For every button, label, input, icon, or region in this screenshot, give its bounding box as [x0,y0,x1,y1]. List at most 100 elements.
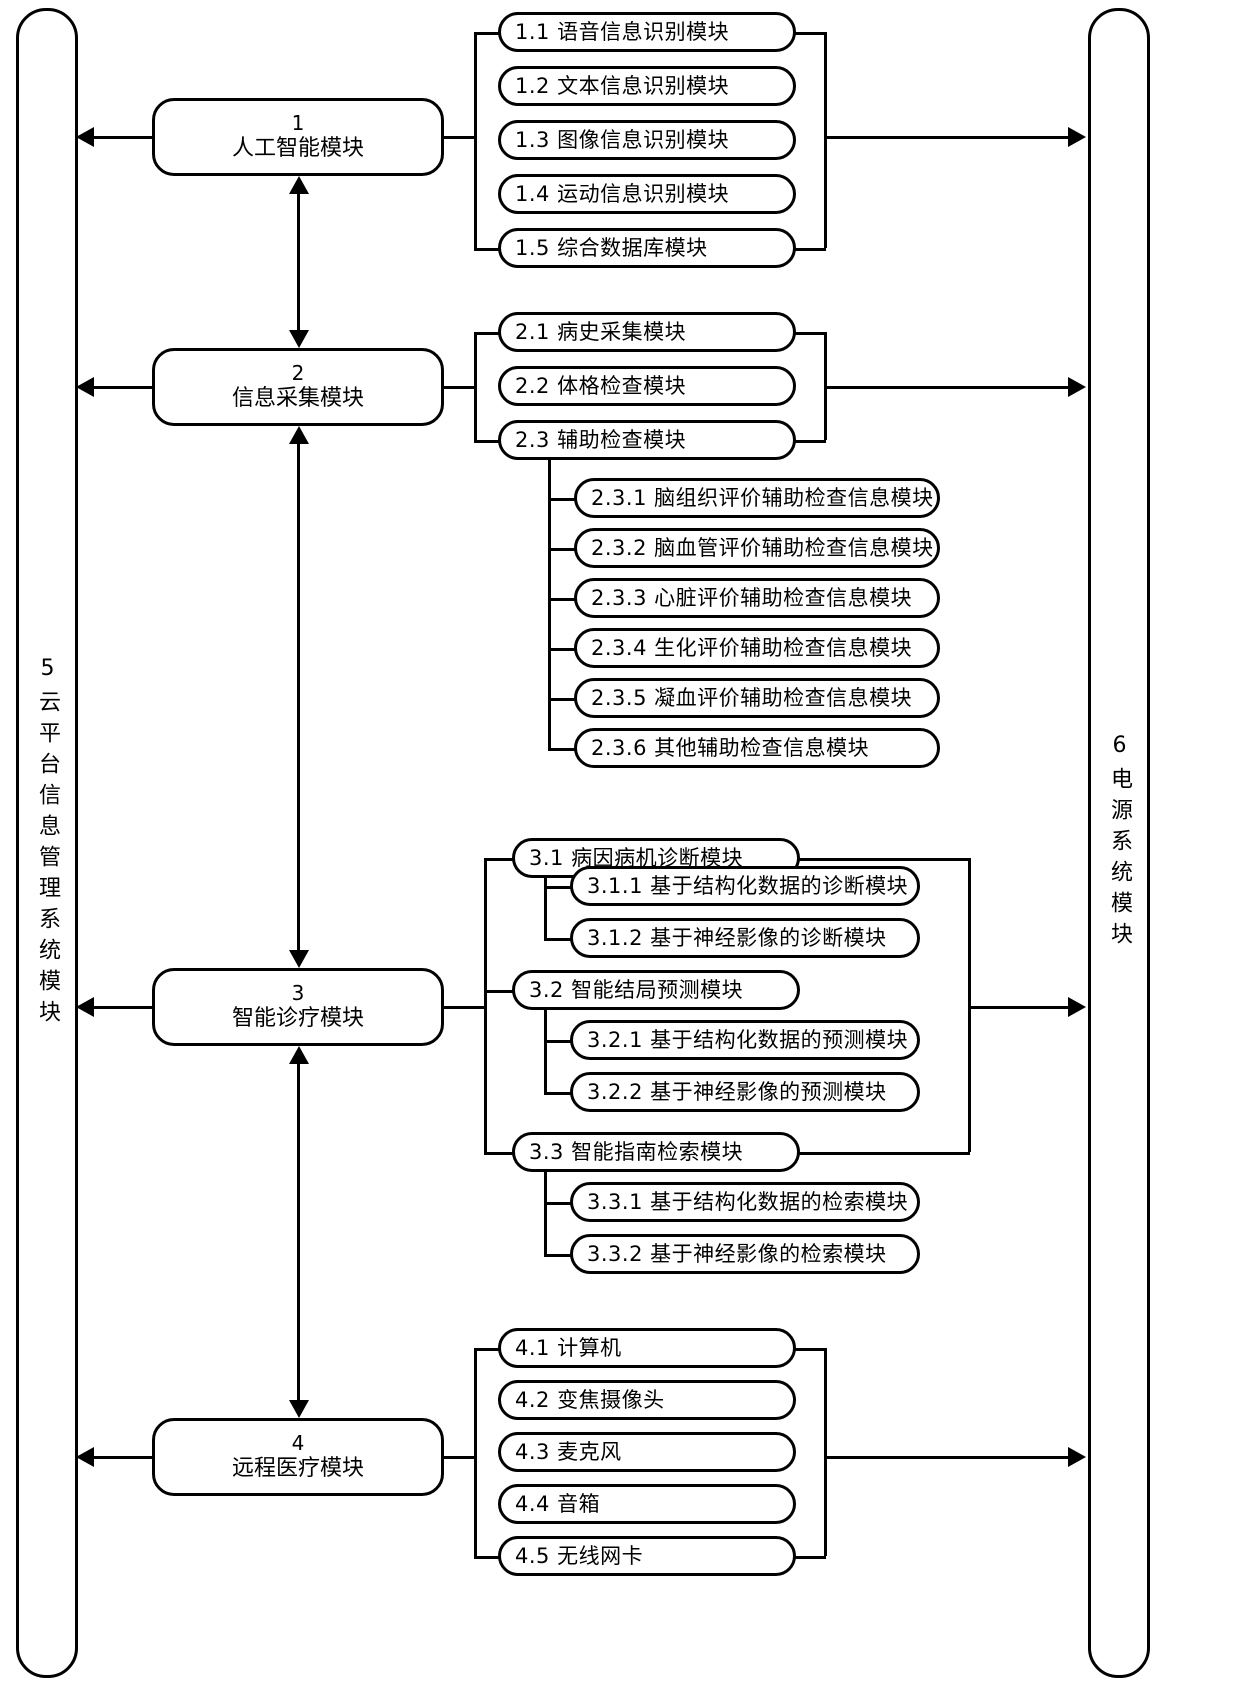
submodule-3-2-label: 3.2 智能结局预测模块 [529,977,744,1002]
connector-g23-5 [548,698,576,701]
connector-m2-to-left [92,386,154,389]
connector-g23-4 [548,648,576,651]
submodule-4-1[interactable]: 4.1 计算机 [498,1328,796,1368]
submodule-1-5-label: 1.5 综合数据库模块 [515,235,708,260]
main-module-1[interactable]: 1 人工智能模块 [152,98,444,176]
submodule-4-3[interactable]: 4.3 麦克风 [498,1432,796,1472]
submodule-2-3-6-label: 2.3.6 其他辅助检查信息模块 [591,735,870,760]
connector-g3-to-right-sidebar [968,1006,1072,1009]
submodule-4-2[interactable]: 4.2 变焦摄像头 [498,1380,796,1420]
submodule-4-4[interactable]: 4.4 音箱 [498,1484,796,1524]
submodule-3-3-2[interactable]: 3.3.2 基于神经影像的检索模块 [570,1234,920,1274]
connector-g33-spine [544,1170,547,1254]
submodule-2-3-2[interactable]: 2.3.2 脑血管评价辅助检查信息模块 [574,528,940,568]
arrowhead-m2-left [76,377,94,397]
arrowhead-g4-right [1068,1447,1086,1467]
submodule-2-2[interactable]: 2.2 体格检查模块 [498,366,796,406]
submodule-3-3-2-label: 3.3.2 基于神经影像的检索模块 [587,1241,887,1266]
connector-g32-spine [544,1008,547,1092]
submodule-3-2[interactable]: 3.2 智能结局预测模块 [512,970,800,1010]
main-module-2-number: 2 [291,361,305,386]
submodule-2-3-3-label: 2.3.3 心脏评价辅助检查信息模块 [591,585,913,610]
submodule-3-3-1-label: 3.3.1 基于结构化数据的检索模块 [587,1189,909,1214]
main-module-2-label: 信息采集模块 [231,386,364,412]
submodule-3-2-2[interactable]: 3.2.2 基于神经影像的预测模块 [570,1072,920,1112]
submodule-2-3-3[interactable]: 2.3.3 心脏评价辅助检查信息模块 [574,578,940,618]
connector-g23-1 [548,498,576,501]
submodule-1-3-label: 1.3 图像信息识别模块 [515,127,730,152]
main-module-4-number: 4 [291,1431,305,1456]
connector-g2-right-bot [794,440,826,443]
submodule-4-3-label: 4.3 麦克风 [515,1439,622,1464]
connector-m4-to-left [92,1456,154,1459]
connector-m4-stem [444,1456,476,1459]
connector-g3-right-spine [968,858,971,1152]
submodule-1-2[interactable]: 1.2 文本信息识别模块 [498,66,796,106]
submodule-4-5[interactable]: 4.5 无线网卡 [498,1536,796,1576]
main-module-4[interactable]: 4 远程医疗模块 [152,1418,444,1496]
arrowhead-m1-left [76,127,94,147]
arrowhead-m3-m4-down [289,1400,309,1418]
arrowhead-m3-left [76,997,94,1017]
submodule-2-1-label: 2.1 病史采集模块 [515,319,687,344]
connector-m3-stem [444,1006,486,1009]
connector-g23-2 [548,548,576,551]
connector-g3-right-bot [798,1152,970,1155]
arrowhead-g1-right [1068,127,1086,147]
arrowhead-m1-m2-down [289,330,309,348]
submodule-4-2-label: 4.2 变焦摄像头 [515,1387,665,1412]
submodule-3-2-1[interactable]: 3.2.1 基于结构化数据的预测模块 [570,1020,920,1060]
submodule-2-1[interactable]: 2.1 病史采集模块 [498,312,796,352]
sidebar-module-cloud-platform[interactable]: 5云平台信息管理系统模块 [16,8,78,1678]
main-module-2[interactable]: 2 信息采集模块 [152,348,444,426]
connector-m1-stem [444,136,476,139]
connector-g23-3 [548,598,576,601]
submodule-3-3-1[interactable]: 3.3.1 基于结构化数据的检索模块 [570,1182,920,1222]
submodule-2-3-1[interactable]: 2.3.1 脑组织评价辅助检查信息模块 [574,478,940,518]
main-module-4-label: 远程医疗模块 [231,1456,364,1482]
arrowhead-m2-m3-up [289,426,309,444]
submodule-2-3-5[interactable]: 2.3.5 凝血评价辅助检查信息模块 [574,678,940,718]
submodule-2-3-4[interactable]: 2.3.4 生化评价辅助检查信息模块 [574,628,940,668]
connector-m2-m3 [297,430,300,964]
connector-g3-3 [484,1152,514,1155]
submodule-1-4-label: 1.4 运动信息识别模块 [515,181,730,206]
connector-g1-right-top [794,32,826,35]
connector-m1-to-left [92,136,154,139]
connector-g4-spine [474,1348,477,1556]
submodule-1-1[interactable]: 1.1 语音信息识别模块 [498,12,796,52]
connector-g4-right-bot [794,1556,826,1559]
submodule-2-3[interactable]: 2.3 辅助检查模块 [498,420,796,460]
submodule-3-3[interactable]: 3.3 智能指南检索模块 [512,1132,800,1172]
connector-g31-2 [544,938,572,941]
submodule-2-2-label: 2.2 体格检查模块 [515,373,687,398]
submodule-3-1-1[interactable]: 3.1.1 基于结构化数据的诊断模块 [570,866,920,906]
connector-g1-spine [474,32,477,248]
submodule-4-4-label: 4.4 音箱 [515,1491,601,1516]
connector-g4-right-top [794,1348,826,1351]
submodule-2-3-1-label: 2.3.1 脑组织评价辅助检查信息模块 [591,485,934,510]
connector-m2-stem [444,386,476,389]
submodule-3-1-1-label: 3.1.1 基于结构化数据的诊断模块 [587,873,909,898]
arrowhead-m3-m4-up [289,1046,309,1064]
main-module-1-number: 1 [291,111,305,136]
submodule-3-1-2[interactable]: 3.1.2 基于神经影像的诊断模块 [570,918,920,958]
submodule-1-2-label: 1.2 文本信息识别模块 [515,73,730,98]
submodule-1-3[interactable]: 1.3 图像信息识别模块 [498,120,796,160]
connector-m3-m4 [297,1050,300,1414]
submodule-3-2-1-label: 3.2.1 基于结构化数据的预测模块 [587,1027,909,1052]
arrowhead-m4-left [76,1447,94,1467]
main-module-3[interactable]: 3 智能诊疗模块 [152,968,444,1046]
submodule-1-5[interactable]: 1.5 综合数据库模块 [498,228,796,268]
connector-g4-to-right-sidebar [824,1456,1072,1459]
sidebar-module-power-system[interactable]: 6电源系统模块 [1088,8,1150,1678]
connector-g31-1 [544,886,572,889]
connector-g3-2 [484,990,514,993]
connector-g1-right-bot [794,248,826,251]
connector-g4-right-spine [824,1348,827,1556]
arrowhead-m2-m3-down [289,950,309,968]
submodule-2-3-6[interactable]: 2.3.6 其他辅助检查信息模块 [574,728,940,768]
connector-g33-1 [544,1202,572,1205]
submodule-1-4[interactable]: 1.4 运动信息识别模块 [498,174,796,214]
submodule-2-3-2-label: 2.3.2 脑血管评价辅助检查信息模块 [591,535,934,560]
